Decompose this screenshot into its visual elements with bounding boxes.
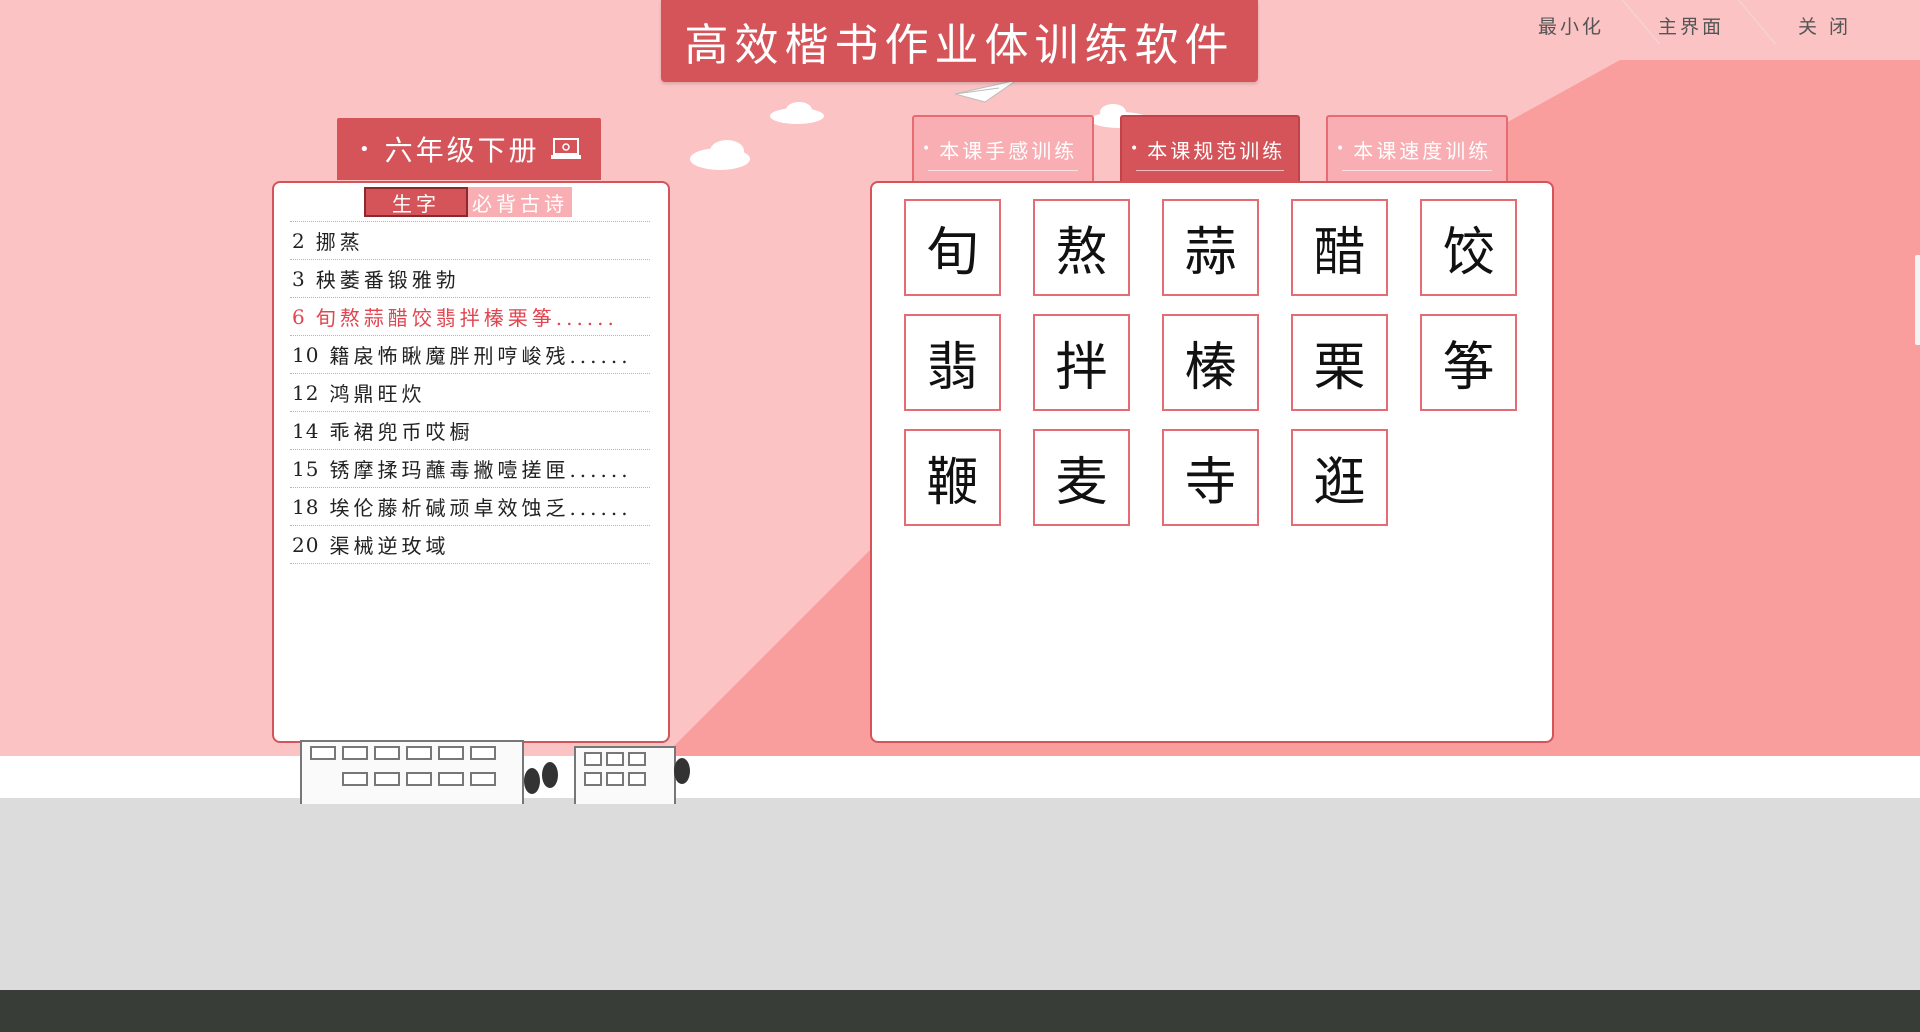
home-button[interactable]: 主界面 [1658,12,1724,39]
divider [1737,0,1777,44]
lesson-chars: 秧萎番锻雅勃 [315,268,460,292]
laptop-icon [550,138,581,159]
lesson-number: 18 [292,494,320,519]
lesson-item[interactable]: 15 锈摩揉玛蘸毒撇噎搓匣...... [290,450,650,488]
window-controls: 最小化 主界面 关 闭 [0,0,1920,50]
side-handle[interactable] [1915,255,1920,345]
character-cell[interactable]: 逛 [1291,429,1388,526]
lesson-number: 10 [292,342,320,367]
tab-speed-training[interactable]: • 本课速度训练 [1326,115,1508,181]
character-cell[interactable]: 熬 [1033,199,1130,296]
tab-standard-training[interactable]: • 本课规范训练 [1120,115,1300,181]
lesson-item[interactable]: 18 埃伦藤析碱顽卓效蚀乏...... [290,488,650,526]
mode-label: 本课手感训练 [939,138,1078,163]
lesson-chars: 挪蒸 [315,230,364,254]
character-panel: 旬熬蒜醋饺翡拌榛栗筝鞭麦寺逛 [870,181,1554,743]
divider [1621,0,1661,44]
tab-new-chars[interactable]: 生字 [364,187,468,217]
lesson-list: 2 挪蒸 3 秧萎番锻雅勃 6 旬熬蒜醋饺翡拌榛栗筝...... 10 籍扆怖瞅魔胖刑哼… [290,221,650,564]
divider [928,170,1078,171]
minimize-button[interactable]: 最小化 [1538,12,1604,39]
school-building-illustration [296,740,696,804]
character-cell[interactable]: 蒜 [1162,199,1259,296]
character-cell[interactable]: 筝 [1420,314,1517,411]
character-cell[interactable]: 拌 [1033,314,1130,411]
character-cell[interactable]: 饺 [1420,199,1517,296]
character-cell[interactable]: 榛 [1162,314,1259,411]
grade-label: 六年级下册 [384,134,540,167]
tab-poems[interactable]: 必背古诗 [468,187,572,217]
footer-area [0,798,1920,990]
lesson-item-selected[interactable]: 6 旬熬蒜醋饺翡拌榛栗筝...... [290,298,650,336]
lesson-item[interactable]: 14 乖裙兜币哎橱 [290,412,650,450]
bullet-icon: • [359,138,373,160]
bullet-icon: • [1130,141,1142,157]
mode-label: 本课规范训练 [1147,138,1286,163]
close-button[interactable]: 关 闭 [1798,12,1851,39]
character-cell[interactable]: 麦 [1033,429,1130,526]
divider [1342,170,1492,171]
lesson-number: 20 [292,532,320,557]
lesson-number: 2 [292,228,306,253]
lesson-chars: 锈摩揉玛蘸毒撇噎搓匣...... [329,458,632,482]
lesson-number: 14 [292,418,320,443]
bullet-icon: • [922,141,934,157]
lesson-chars: 旬熬蒜醋饺翡拌榛栗筝...... [315,306,618,330]
divider [1136,170,1284,171]
lesson-number: 6 [292,304,306,329]
character-cell[interactable]: 寺 [1162,429,1259,526]
character-cell[interactable]: 旬 [904,199,1001,296]
taskbar-strip [0,990,1920,1032]
lesson-chars: 渠械逆玫域 [329,534,450,558]
bullet-icon: • [1336,141,1348,157]
character-cell[interactable]: 醋 [1291,199,1388,296]
ground-band [0,756,1920,798]
mode-label: 本课速度训练 [1353,138,1492,163]
lesson-number: 15 [292,456,320,481]
lesson-panel: 生字 必背古诗 2 挪蒸 3 秧萎番锻雅勃 6 旬熬蒜醋饺翡拌榛栗筝...... 10… [272,181,670,743]
lesson-item[interactable]: 10 籍扆怖瞅魔胖刑哼峻残...... [290,336,650,374]
lesson-chars: 埃伦藤析碱顽卓效蚀乏...... [329,496,632,520]
grade-tab[interactable]: • 六年级下册 [337,118,601,180]
lesson-item[interactable]: 12 鸿鼎旺炊 [290,374,650,412]
character-cell[interactable]: 栗 [1291,314,1388,411]
lesson-item[interactable]: 2 挪蒸 [290,222,650,260]
tab-feel-training[interactable]: • 本课手感训练 [912,115,1094,181]
lesson-item[interactable]: 3 秧萎番锻雅勃 [290,260,650,298]
lesson-chars: 乖裙兜币哎橱 [329,420,474,444]
lesson-chars: 籍扆怖瞅魔胖刑哼峻残...... [329,344,632,368]
lesson-item[interactable]: 20 渠械逆玫域 [290,526,650,564]
lesson-number: 12 [292,380,320,405]
paper-plane-icon [955,80,1017,103]
character-cell[interactable]: 鞭 [904,429,1001,526]
character-cell[interactable]: 翡 [904,314,1001,411]
lesson-chars: 鸿鼎旺炊 [329,382,426,406]
subtab-bar: 生字 必背古诗 [364,187,572,217]
lesson-number: 3 [292,266,306,291]
